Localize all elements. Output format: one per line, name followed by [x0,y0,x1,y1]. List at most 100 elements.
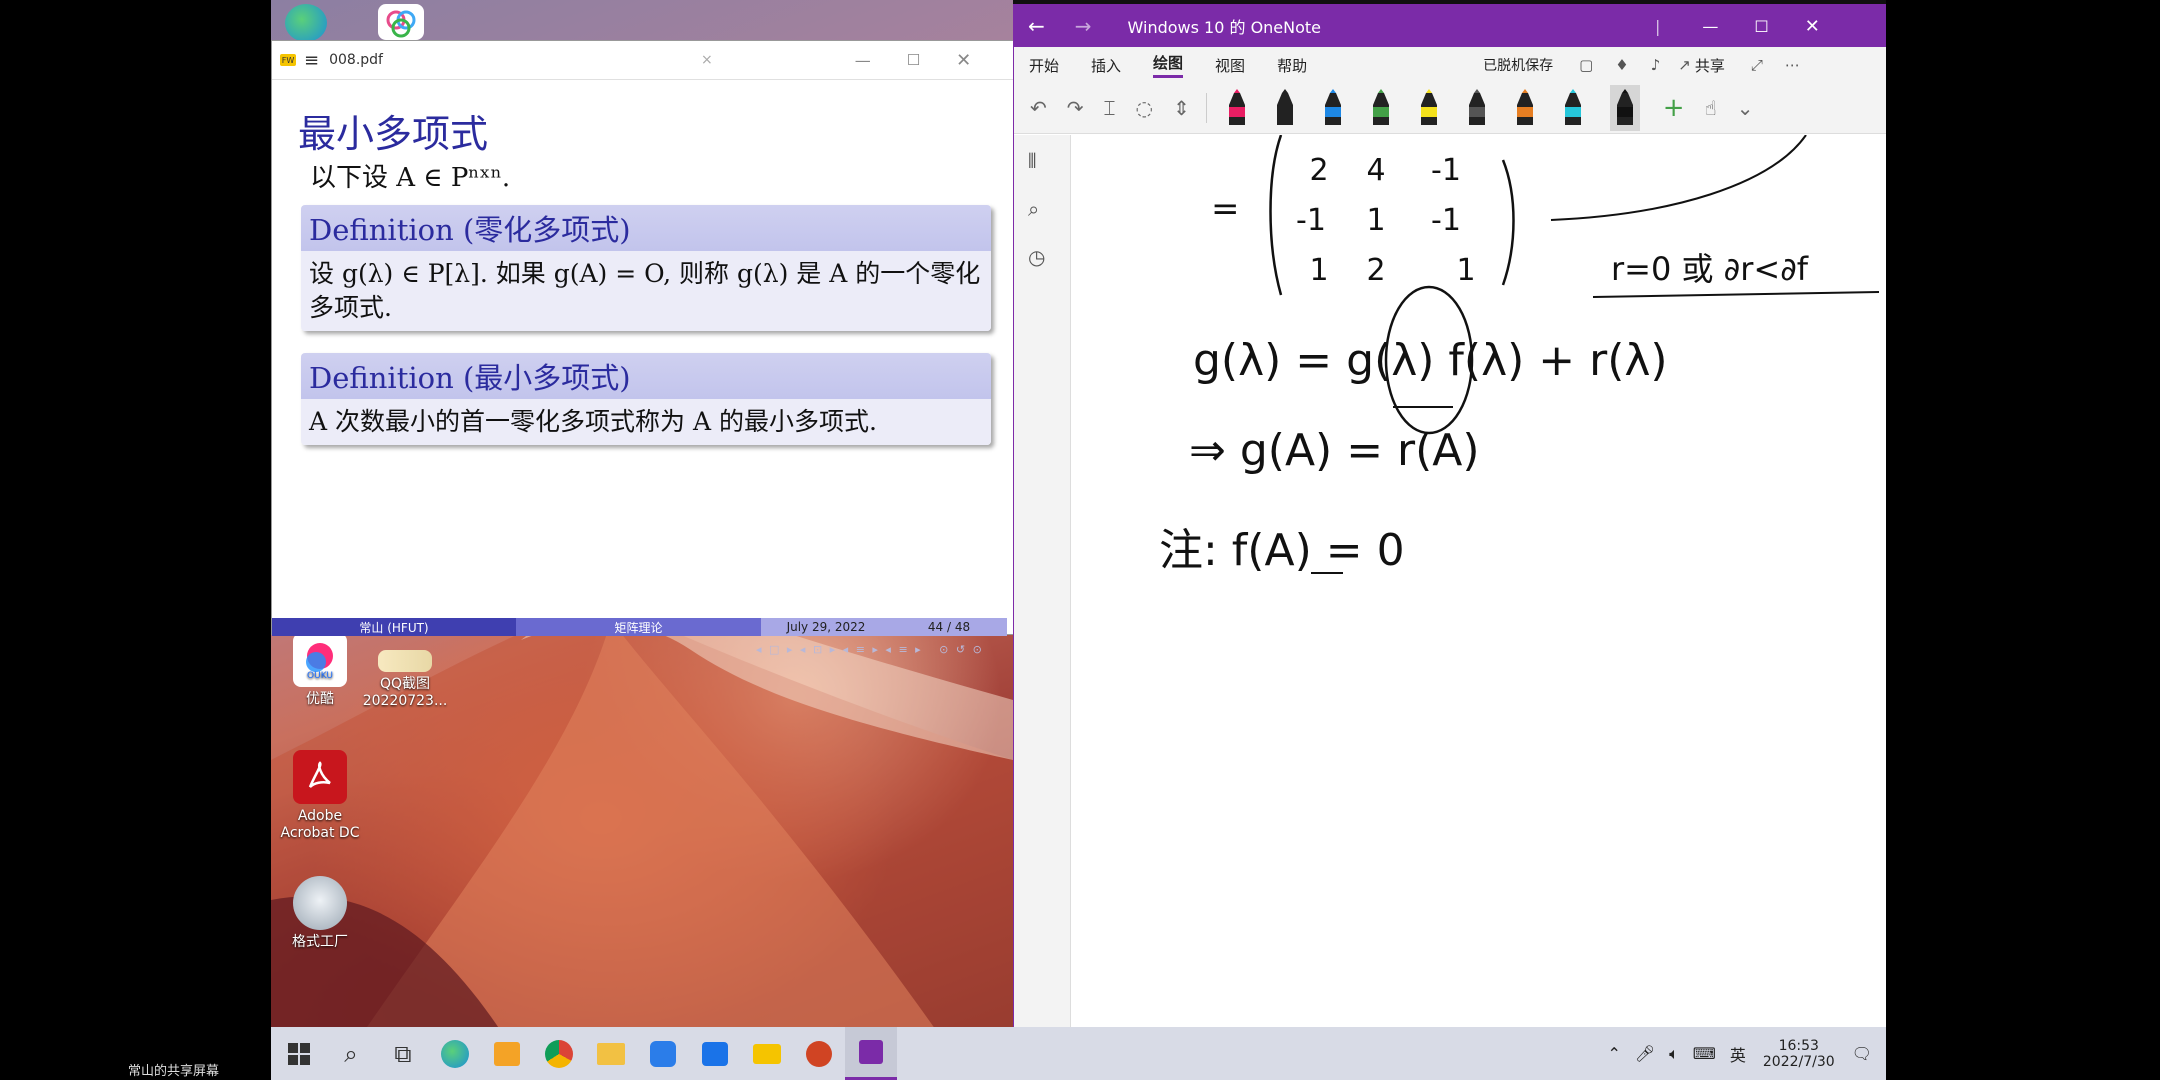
matrix-cell: 1 [1366,203,1385,238]
forward-arrow-icon[interactable]: → [1075,14,1092,38]
pen-tool[interactable] [1514,89,1536,127]
insert-space-icon[interactable]: ⇕ [1173,96,1190,120]
foxit-reader-icon[interactable] [741,1027,793,1080]
task-view-icon[interactable]: ⧉ [377,1027,429,1080]
screen-share-label: 常山的共享屏幕 [128,1064,220,1079]
volume-icon[interactable]: 🔈︎ [1669,1044,1679,1064]
clock[interactable]: 16:53 2022/7/30 [1763,1038,1835,1070]
desktop-icon-acrobat[interactable]: Adobe Acrobat DC [275,750,365,842]
microphone-icon[interactable]: 🎤︎ [1635,1044,1655,1063]
pen-tool[interactable] [1274,89,1296,127]
file-explorer-icon[interactable] [585,1027,637,1080]
notebook-icon[interactable]: ▢ [1579,56,1593,74]
chrome-icon[interactable] [533,1027,585,1080]
pen-tool[interactable] [1609,85,1640,131]
chevron-up-icon[interactable]: ⌃ [1607,1044,1620,1063]
search-icon[interactable]: ⌕ [325,1027,377,1080]
onenote-taskbar-icon[interactable] [845,1027,897,1080]
svg-text:OUKU: OUKU [307,671,333,681]
pen-tool[interactable] [1418,89,1440,127]
lasso-icon[interactable]: ◌ [1136,96,1153,120]
pen-tool[interactable] [1370,89,1392,127]
pen-tool[interactable] [1322,89,1344,127]
share-icon[interactable]: ↗ [1678,56,1691,74]
block-title: Definition (零化多项式) [301,205,991,251]
ink-line-1: g(λ) = g(λ) f(λ) + r(λ) [1193,335,1668,386]
start-button[interactable] [273,1027,325,1080]
matrix-cell: 4 [1366,153,1385,188]
edge-desktop-icon[interactable] [285,4,327,42]
share-button[interactable]: 共享 [1695,55,1725,76]
back-arrow-icon[interactable]: ← [1028,14,1045,38]
offline-saved-status: 已脱机保存 [1483,58,1554,74]
add-pen-icon[interactable]: + [1663,93,1685,123]
tab-close-icon[interactable]: × [701,52,713,68]
desktop-icon-format-factory[interactable]: 格式工厂 [275,876,365,951]
slide-intro: 以下设 A ∈ Pⁿˣⁿ. [310,163,511,193]
powerpoint-icon[interactable] [793,1027,845,1080]
undo-icon[interactable]: ↶ [1030,96,1047,120]
windows-taskbar: ⌕ ⧉ ⌃ 🎤︎ 🔈︎ ⌨ 英 16:53 2022/7/30 🗨︎ [271,1027,1886,1080]
maximize-icon[interactable]: ☐ [1754,17,1768,36]
pen-tool[interactable] [1226,89,1248,127]
matrix-cell: 1 [1309,253,1328,288]
notebooks-icon[interactable]: ⫴ [1028,149,1070,173]
store-icon[interactable] [481,1027,533,1080]
bell-icon[interactable]: ♪ [1651,56,1661,74]
beamer-nav-icons[interactable]: ◂ □ ▸ ◂ ⊡ ▸ ◂ ≡ ▸ ◂ ≡ ▸ ⊙ ↺ ⊙ [756,643,984,656]
redo-icon[interactable]: ↷ [1067,96,1084,120]
touch-draw-icon[interactable]: ☝ [1705,96,1717,120]
footer-page: 44 / 48 [891,618,1007,636]
toolbar-divider [1205,93,1207,123]
youku-icon: OUKU [293,633,347,687]
fullscreen-icon[interactable]: ⤢ [1751,56,1763,74]
maximize-icon[interactable]: ☐ [907,51,920,69]
definition-block: Definition (最小多项式) A 次数最小的首一零化多项式称为 A 的最… [301,353,991,445]
pen-tool[interactable] [1466,89,1488,127]
tab-draw[interactable]: 绘图 [1153,52,1184,78]
ink-note-remainder: r=0 或 ∂r<∂f [1611,250,1809,288]
desktop-icon-qq-screenshot[interactable]: QQ截图 20220723... [360,650,450,710]
footer-date: July 29, 2022 [761,618,891,636]
shared-screen: OUKU 优酷 QQ截图 20220723... Adobe Acrobat D… [271,0,1886,1080]
chevron-down-icon[interactable]: ⌄ [1737,96,1754,120]
pdf-filename: 008.pdf [329,52,383,68]
titlebar-divider: | [1655,16,1661,36]
tab-help[interactable]: 帮助 [1277,55,1307,76]
minimize-icon[interactable]: — [855,51,871,70]
more-icon[interactable]: ⋯ [1785,56,1800,74]
windows-logo-icon [288,1042,310,1065]
photos-icon[interactable] [689,1027,741,1080]
tab-insert[interactable]: 插入 [1091,55,1121,76]
slide-title: 最小多项式 [298,112,489,156]
definition-block: Definition (零化多项式) 设 g(λ) ∈ P[λ]. 如果 g(A… [301,205,991,331]
desktop-icon-label: Adobe Acrobat DC [280,808,360,841]
minimize-icon[interactable]: — [1702,17,1718,36]
pdf-page: 最小多项式 以下设 A ∈ Pⁿˣⁿ. Definition (零化多项式) 设… [278,85,1008,656]
pen-tray [1213,85,1653,131]
block-body: A 次数最小的首一零化多项式称为 A 的最小多项式. [301,399,991,445]
app-desktop-icon[interactable] [378,4,424,40]
tab-view[interactable]: 视图 [1215,55,1245,76]
onenote-title: Windows 10 的 OneNote [1127,18,1322,37]
tab-home[interactable]: 开始 [1029,55,1059,76]
keyboard-icon[interactable]: ⌨ [1693,1044,1716,1063]
search-icon[interactable]: ⌕ [1028,197,1070,221]
lightbulb-icon[interactable]: ♦ [1615,56,1628,74]
feishu-icon[interactable] [637,1027,689,1080]
pen-tool[interactable] [1562,89,1584,127]
desktop-icon-label: QQ截图 20220723... [362,676,448,709]
block-body: 设 g(λ) ∈ P[λ]. 如果 g(A) = O, 则称 g(λ) 是 A … [301,251,991,331]
close-icon[interactable]: ✕ [956,50,971,71]
edge-icon[interactable] [429,1027,481,1080]
slide-footer: 常山 (HFUT) 矩阵理论 July 29, 2022 44 / 48 [272,618,1007,636]
ink-canvas[interactable]: = 2 4 -1 -1 1 -1 1 2 1 r=0 或 ∂r<∂f g(λ) … [1071,135,1886,1028]
svg-text:=: = [1211,189,1240,229]
ime-indicator[interactable]: 英 [1730,1042,1746,1066]
notification-icon[interactable]: 🗨︎ [1852,1044,1872,1063]
type-select-icon[interactable]: ⌶ [1104,96,1116,120]
recent-clock-icon[interactable]: ◷ [1028,245,1070,269]
desktop-icon-youku[interactable]: OUKU 优酷 [275,633,365,708]
hamburger-menu-icon[interactable]: ≡ [304,50,319,71]
close-icon[interactable]: ✕ [1805,16,1820,37]
